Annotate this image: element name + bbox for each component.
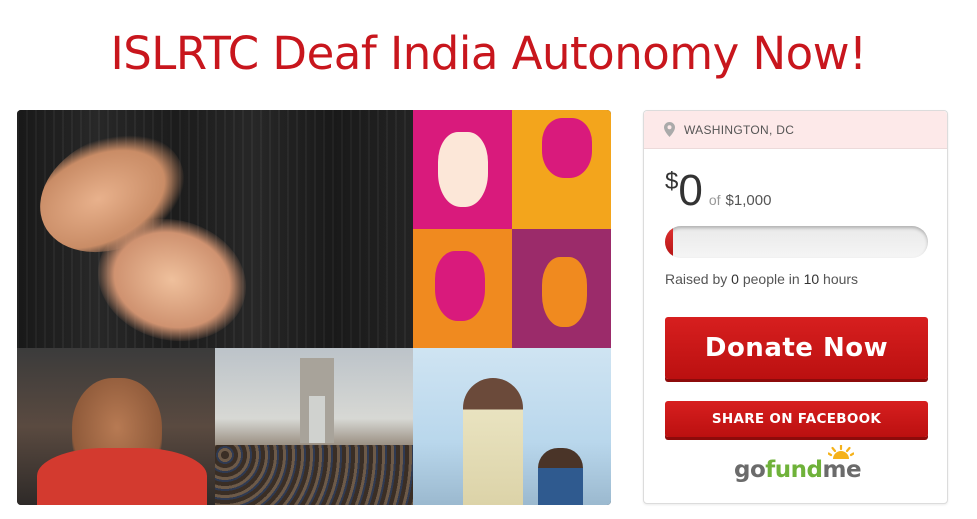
colorful-hands-artwork — [413, 110, 611, 348]
currency-symbol: $ — [665, 168, 679, 195]
campaign-photo-collage — [17, 110, 611, 505]
logo-go: go — [734, 457, 766, 483]
share-on-facebook-button[interactable]: SHARE ON FACEBOOK — [665, 401, 928, 437]
logo-fund: fund — [765, 457, 823, 483]
page-title: ISLRTC Deaf India Autonomy Now! — [110, 27, 867, 80]
raised-amount: 0 — [678, 166, 703, 215]
stats-prefix: Raised by — [665, 271, 728, 287]
progress-bar — [665, 226, 928, 258]
location-bar: WASHINGTON, DC — [644, 111, 947, 149]
hours-count: 10 — [803, 271, 820, 287]
india-gate-rally-photo — [215, 348, 413, 505]
raised-stats: Raised by 0 people in 10 hours — [665, 271, 858, 287]
sign-language-hands-photo — [17, 110, 413, 348]
classroom-teaching-photo — [413, 348, 611, 505]
location-text: WASHINGTON, DC — [684, 122, 795, 137]
amount-raised: $ 0 of $1,000 — [665, 165, 771, 217]
woman-signing-photo — [17, 348, 215, 505]
goal-amount: $1,000 — [725, 192, 772, 209]
gofundme-logo[interactable]: gofundme — [734, 445, 862, 483]
donation-card: WASHINGTON, DC $ 0 of $1,000 Raised by 0… — [643, 110, 948, 504]
progress-fill — [665, 226, 673, 258]
map-pin-icon — [664, 122, 675, 137]
of-label: of — [708, 192, 721, 208]
sun-icon — [828, 445, 854, 459]
people-count: 0 — [731, 271, 739, 287]
donate-now-button[interactable]: Donate Now — [665, 317, 928, 379]
hours-label: hours — [823, 271, 859, 287]
people-label: people in — [742, 271, 800, 287]
